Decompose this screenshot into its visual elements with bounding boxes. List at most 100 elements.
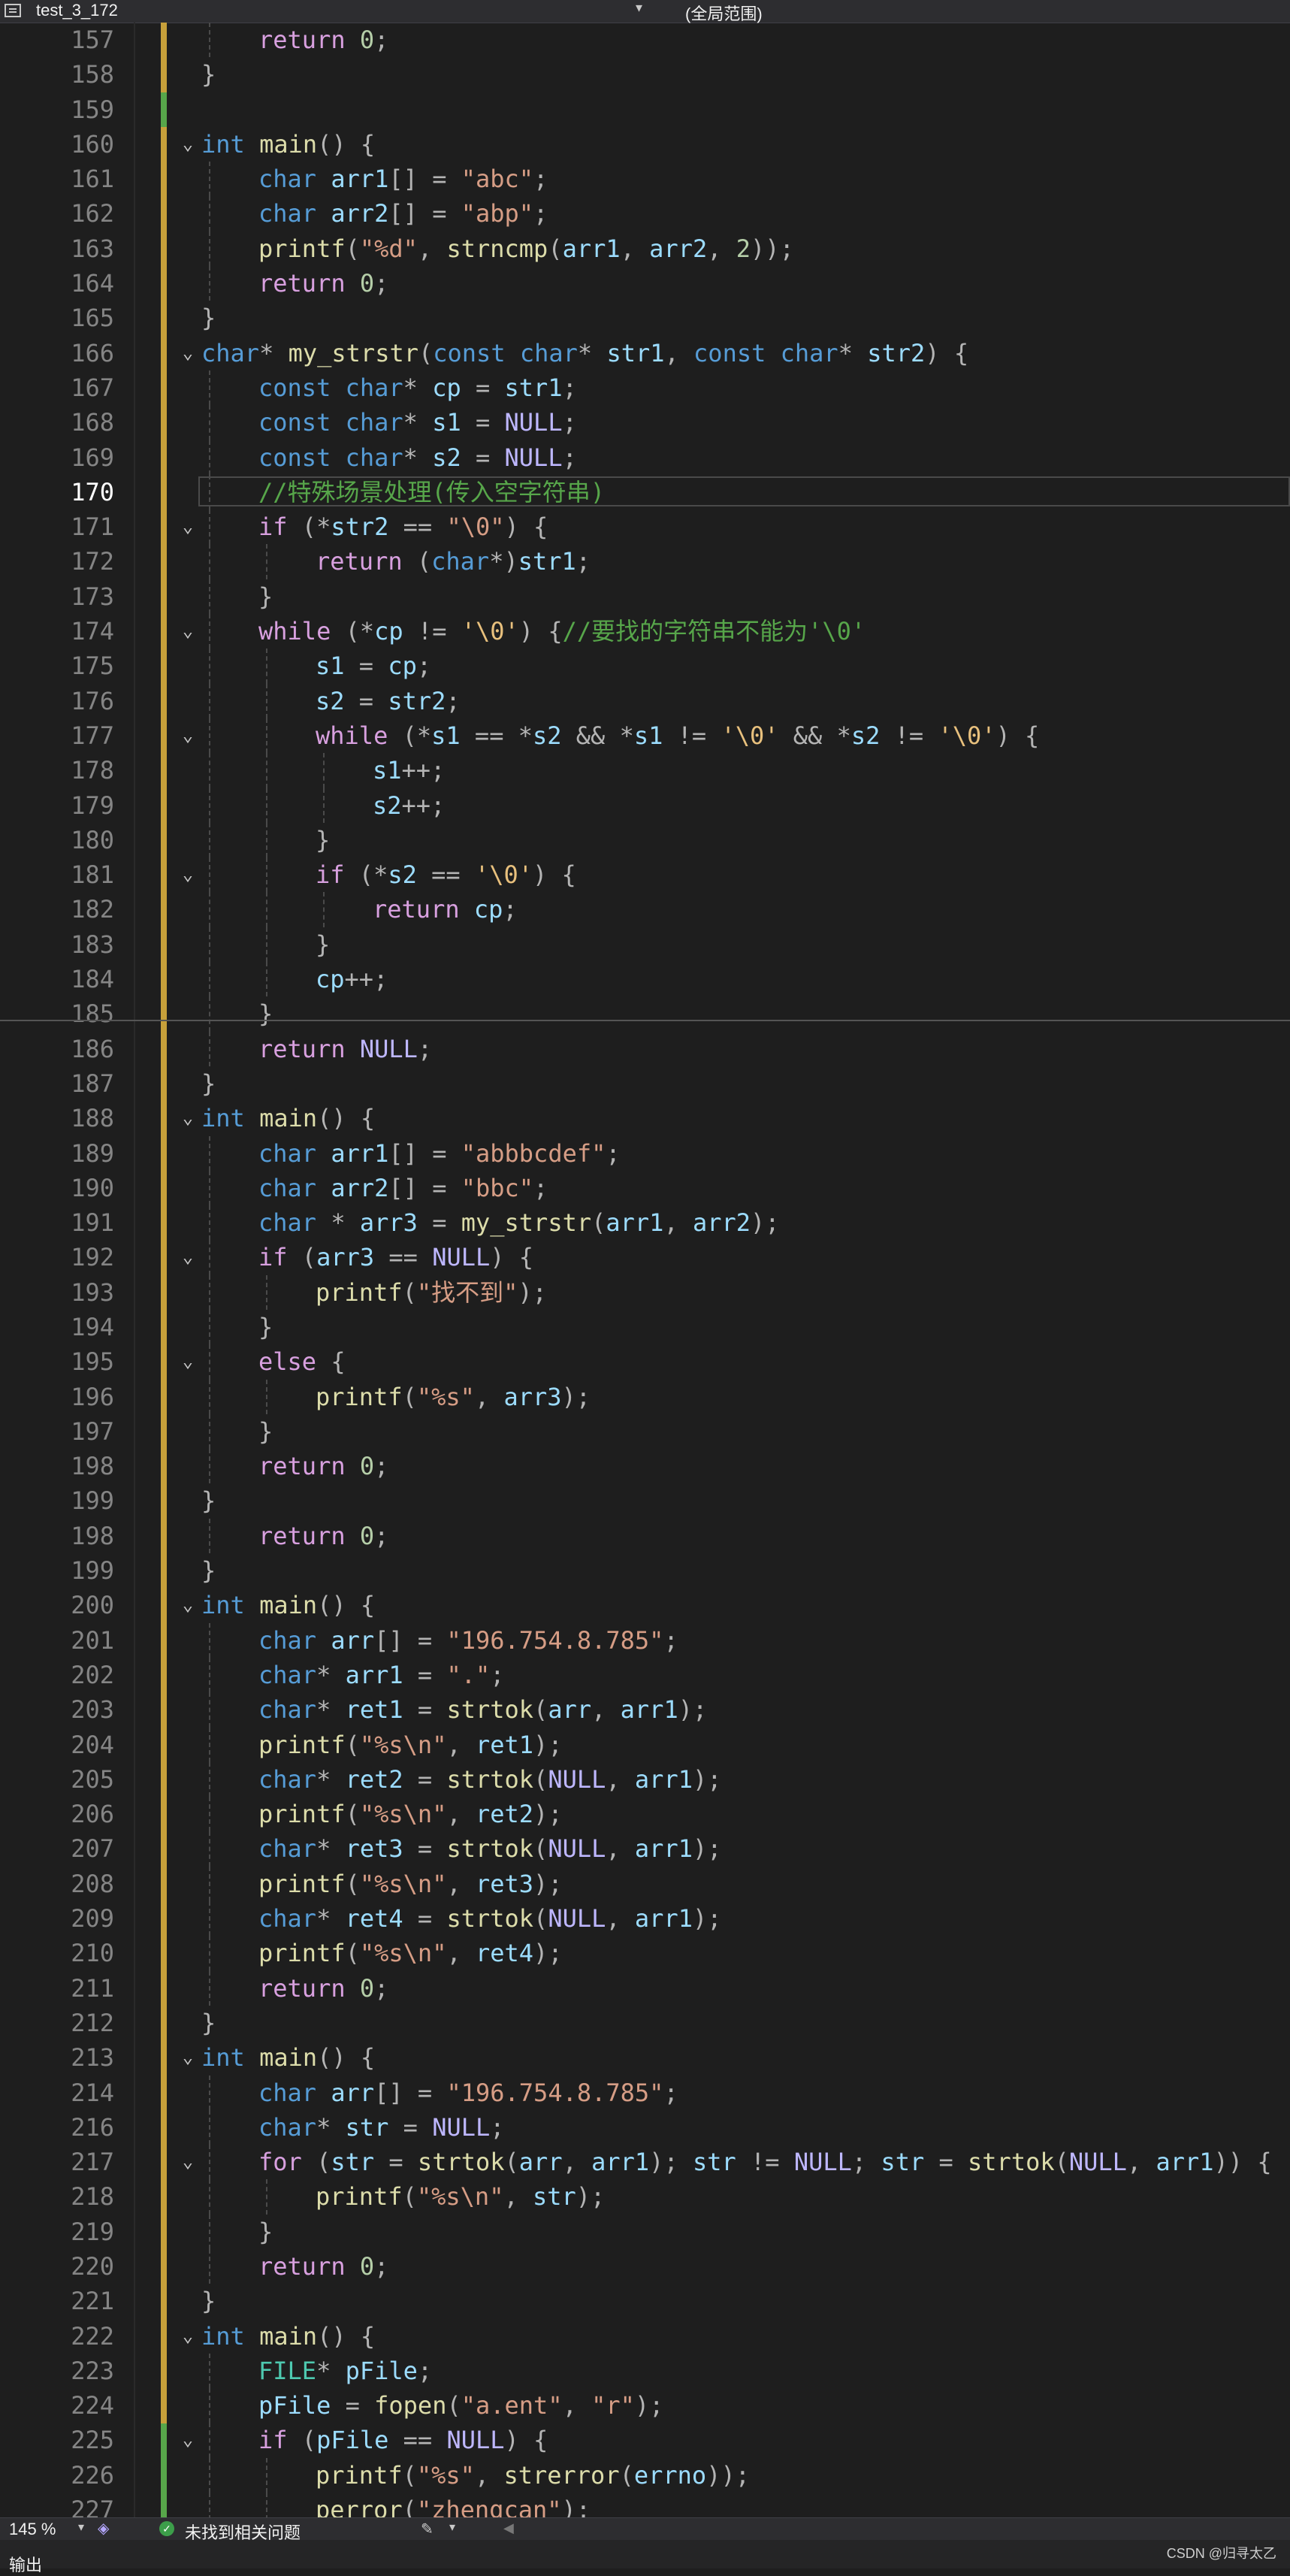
code-line[interactable]: 163 printf("%d", strncmp(arr1, arr2, 2));	[0, 231, 1290, 267]
code-cleanup-icon[interactable]: ✎	[421, 2520, 434, 2538]
code-text[interactable]: }	[258, 1001, 273, 1026]
code-text[interactable]: printf("找不到");	[316, 1280, 547, 1305]
code-line[interactable]: 197}	[0, 1413, 1290, 1450]
code-text[interactable]: s2 = str2;	[316, 688, 461, 714]
code-text[interactable]: int main() {	[201, 2324, 375, 2349]
output-panel-title[interactable]: 输出	[9, 2552, 42, 2576]
code-line[interactable]: 218 printf("%s\n", str);	[0, 2179, 1290, 2215]
fold-chevron-icon[interactable]: ⌄	[177, 2429, 198, 2450]
code-line[interactable]: 186 return NULL;	[0, 1031, 1290, 1066]
code-line[interactable]: 213 ⌄ int main() {	[0, 2040, 1290, 2075]
editor-split-divider[interactable]	[0, 1020, 1290, 1021]
code-text[interactable]: char* str = NULL;	[258, 2115, 505, 2140]
code-line[interactable]: 167 const char* cp = str1;	[0, 370, 1290, 406]
code-line[interactable]: 199}	[0, 1483, 1290, 1518]
code-text[interactable]: }	[201, 62, 216, 87]
code-line[interactable]: 216 char* str = NULL;	[0, 2109, 1290, 2145]
code-text[interactable]: }	[258, 2219, 273, 2245]
code-line[interactable]: 173}	[0, 579, 1290, 615]
code-text[interactable]: char arr[] = "196.754.8.785";	[258, 2080, 678, 2106]
code-line[interactable]: 162 char arr2[] = "abp";	[0, 196, 1290, 231]
code-line[interactable]: 183}	[0, 927, 1290, 963]
code-line[interactable]: 158}	[0, 57, 1290, 92]
code-text[interactable]: int main() {	[201, 132, 375, 157]
code-lines[interactable]: 157 return 0; 158} 159 160 ⌄ int main() {161 ch…	[0, 23, 1290, 2517]
code-text[interactable]: printf("%s", arr3);	[316, 1384, 591, 1410]
code-line[interactable]: 193 printf("找不到");	[0, 1274, 1290, 1310]
code-text[interactable]: return 0;	[258, 2254, 388, 2279]
code-line[interactable]: 220 return 0;	[0, 2249, 1290, 2284]
code-line[interactable]: 194}	[0, 1309, 1290, 1345]
code-text[interactable]: printf("%s\n", str);	[316, 2184, 605, 2209]
code-editor[interactable]: 157 return 0; 158} 159 160 ⌄ int main() {161 ch…	[0, 23, 1290, 2517]
fold-chevron-icon[interactable]: ⌄	[177, 133, 198, 154]
code-line[interactable]: 192 ⌄ if (arr3 == NULL) {	[0, 1240, 1290, 1275]
code-line[interactable]: 181 ⌄ if (*s2 == '\0') {	[0, 857, 1290, 893]
code-text[interactable]: }	[201, 1558, 216, 1583]
code-line[interactable]: 164 return 0;	[0, 266, 1290, 301]
fold-chevron-icon[interactable]: ⌄	[177, 863, 198, 884]
code-text[interactable]: char arr2[] = "abp";	[258, 201, 548, 226]
code-text[interactable]: const char* cp = str1;	[258, 375, 577, 401]
code-text[interactable]: char * arr3 = my_strstr(arr1, arr2);	[258, 1210, 780, 1235]
code-text[interactable]: if (*str2 == "\0") {	[258, 514, 548, 540]
code-text[interactable]: return 0;	[258, 271, 388, 296]
fold-chevron-icon[interactable]: ⌄	[177, 2325, 198, 2346]
code-line[interactable]: 166 ⌄ char* my_strstr(const char* str1, co…	[0, 336, 1290, 370]
code-text[interactable]: s2++;	[373, 793, 445, 818]
code-text[interactable]: while (*cp != '\0') {//要找的字符串不能为'\0'	[258, 618, 866, 644]
code-line[interactable]: 223 FILE* pFile;	[0, 2353, 1290, 2389]
fold-chevron-icon[interactable]: ⌄	[177, 1107, 198, 1128]
code-line[interactable]: 165}	[0, 301, 1290, 335]
code-text[interactable]: for (str = strtok(arr, arr1); str != NUL…	[258, 2149, 1272, 2175]
code-text[interactable]: perror("zhengcan");	[316, 2497, 591, 2517]
code-text[interactable]: printf("%s\n", ret2);	[258, 1801, 563, 1827]
chevron-down-icon[interactable]: ▾	[449, 2520, 455, 2535]
code-line[interactable]: 224 pFile = fopen("a.ent", "r");	[0, 2388, 1290, 2423]
code-text[interactable]: return cp;	[373, 896, 518, 922]
code-line[interactable]: 198 return 0;	[0, 1518, 1290, 1554]
code-line[interactable]: 179 s2++;	[0, 788, 1290, 823]
code-line[interactable]: 205 char* ret2 = strtok(NULL, arr1);	[0, 1761, 1290, 1797]
code-line[interactable]: 199}	[0, 1553, 1290, 1588]
code-text[interactable]: int main() {	[201, 1592, 375, 1618]
code-line[interactable]: 157 return 0;	[0, 23, 1290, 58]
code-text[interactable]: char* ret1 = strtok(arr, arr1);	[258, 1697, 707, 1722]
code-line[interactable]: 222 ⌄ int main() {	[0, 2319, 1290, 2354]
code-line[interactable]: 191 char * arr3 = my_strstr(arr1, arr2);	[0, 1205, 1290, 1241]
code-line[interactable]: 212}	[0, 2006, 1290, 2040]
fold-chevron-icon[interactable]: ⌄	[177, 342, 198, 363]
code-line[interactable]: 211 return 0;	[0, 1970, 1290, 2006]
code-text[interactable]: if (pFile == NULL) {	[258, 2427, 548, 2453]
code-line[interactable]: 206 printf("%s\n", ret2);	[0, 1797, 1290, 1832]
code-text[interactable]: char* ret2 = strtok(NULL, arr1);	[258, 1767, 722, 1792]
code-line[interactable]: 202 char* arr1 = ".";	[0, 1657, 1290, 1693]
code-line[interactable]: 227 perror("zhengcan");	[0, 2493, 1290, 2517]
code-text[interactable]: if (arr3 == NULL) {	[258, 1244, 533, 1270]
code-line[interactable]: 203 char* ret1 = strtok(arr, arr1);	[0, 1692, 1290, 1728]
code-line[interactable]: 204 printf("%s\n", ret1);	[0, 1727, 1290, 1762]
code-text[interactable]: char arr[] = "196.754.8.785";	[258, 1628, 678, 1653]
code-text[interactable]: char arr1[] = "abbbcdef";	[258, 1141, 621, 1166]
code-text[interactable]: }	[201, 2288, 216, 2314]
fold-chevron-icon[interactable]: ⌄	[177, 2046, 198, 2067]
code-line[interactable]: 207 char* ret3 = strtok(NULL, arr1);	[0, 1831, 1290, 1867]
code-line[interactable]: 176 s2 = str2;	[0, 683, 1290, 718]
code-line[interactable]: 161 char arr1[] = "abc";	[0, 162, 1290, 197]
code-text[interactable]: printf("%s", strerror(errno));	[316, 2463, 750, 2488]
code-text[interactable]: char* ret4 = strtok(NULL, arr1);	[258, 1906, 722, 1931]
code-line[interactable]: 219}	[0, 2214, 1290, 2249]
code-text[interactable]: s1 = cp;	[316, 653, 431, 679]
code-line[interactable]: 180}	[0, 822, 1290, 858]
code-text[interactable]: char* ret3 = strtok(NULL, arr1);	[258, 1836, 722, 1861]
fold-chevron-icon[interactable]: ⌄	[177, 1246, 198, 1267]
code-text[interactable]: char arr2[] = "bbc";	[258, 1175, 548, 1201]
code-line[interactable]: 171 ⌄ if (*str2 == "\0") {	[0, 509, 1290, 545]
code-text[interactable]: printf("%d", strncmp(arr1, arr2, 2));	[258, 236, 794, 262]
code-line[interactable]: 178 s1++;	[0, 753, 1290, 788]
scroll-left-icon[interactable]: ◀	[503, 2520, 514, 2536]
code-text[interactable]: }	[201, 1488, 216, 1513]
code-line[interactable]: 172 return (char*)str1;	[0, 544, 1290, 579]
code-text[interactable]: int main() {	[201, 1105, 375, 1131]
code-text[interactable]: pFile = fopen("a.ent", "r");	[258, 2393, 663, 2418]
